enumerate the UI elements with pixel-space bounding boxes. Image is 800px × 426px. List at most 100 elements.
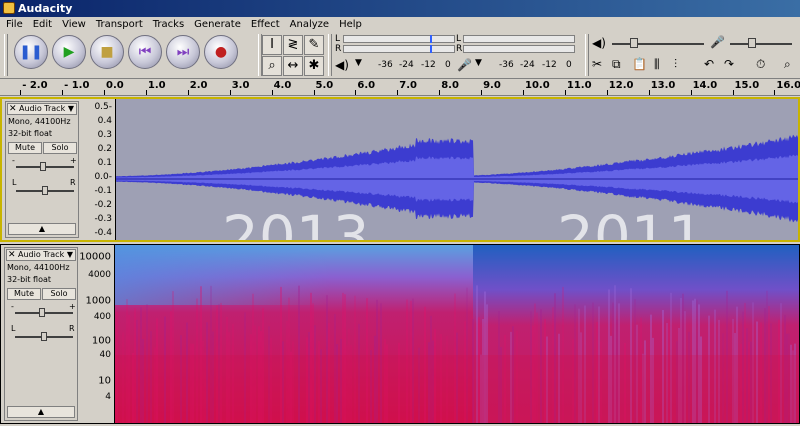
toolbar-grip[interactable] — [585, 34, 589, 76]
zoom-in-icon[interactable]: ⌕ — [784, 57, 791, 72]
ruler-tick-label: 9.0 — [483, 80, 501, 91]
track-name-menu[interactable]: ✕ Audio Track ▼ — [7, 103, 77, 115]
gain-slider[interactable] — [15, 312, 73, 314]
pan-slider[interactable] — [16, 190, 74, 192]
spectrogram-area[interactable] — [115, 245, 799, 423]
silence-icon[interactable]: ⫶ — [674, 57, 677, 72]
menu-file[interactable]: File — [0, 17, 27, 32]
mute-button[interactable]: Mute — [8, 142, 42, 154]
redo-icon[interactable]: ↷ — [724, 57, 734, 71]
frequency-scale-label: 40 — [100, 350, 111, 360]
ruler-tick-label: - 2.0 — [22, 80, 47, 91]
ruler-tick-label: 3.0 — [232, 80, 250, 91]
copy-icon[interactable]: ⧉ — [612, 57, 621, 72]
meter-right-label: R — [456, 44, 462, 54]
trim-icon[interactable]: ⫼ — [654, 57, 660, 72]
menu-effect[interactable]: Effect — [245, 17, 284, 32]
audio-track-waveform[interactable]: ✕ Audio Track ▼ Mono, 44100Hz 32-bit flo… — [0, 97, 800, 242]
menu-view[interactable]: View — [56, 17, 90, 32]
microphone-icon[interactable]: 🎤 — [457, 58, 472, 72]
spectrogram-highfreq-wash — [115, 245, 473, 305]
playback-meter-dropdown-icon[interactable]: ▼ — [355, 58, 362, 68]
menu-transport[interactable]: Transport — [90, 17, 147, 32]
input-volume-slider[interactable] — [730, 43, 792, 45]
ruler-tick-mark — [397, 90, 398, 95]
ruler-tick-mark — [607, 90, 608, 95]
timeline-ruler[interactable]: - 2.0 - 1.0 0.0 1.0 2.0 3.0 4.0 5.0 6.0 7.0 8.0 9.0… — [0, 78, 800, 96]
collapse-track-button[interactable]: ▲ — [8, 223, 76, 235]
ruler-tick-label: 11.0 — [567, 80, 592, 91]
envelope-tool-icon[interactable]: ≷ — [283, 35, 303, 55]
timeshift-tool-icon[interactable]: ↔ — [283, 56, 303, 76]
ruler-tick-mark — [20, 90, 21, 95]
playback-meter-left[interactable] — [343, 35, 455, 43]
playback-meter-right[interactable] — [343, 45, 455, 53]
pause-button[interactable]: ❚❚ — [14, 35, 48, 69]
ruler-tick-mark — [439, 90, 440, 95]
menu-edit[interactable]: Edit — [27, 17, 56, 32]
meter-scale-label: -24 — [399, 60, 414, 70]
meter-scale-label: -36 — [378, 60, 393, 70]
paste-icon[interactable]: 📋 — [632, 57, 647, 71]
ruler-tick-label: 13.0 — [651, 80, 676, 91]
play-button[interactable]: ▶ — [52, 35, 86, 69]
menu-bar: File Edit View Transport Tracks Generate Effec… — [0, 17, 800, 32]
waveform-area[interactable]: 2013 2011 — [116, 99, 798, 240]
toolbar-grip[interactable] — [4, 34, 8, 76]
meter-scale-label: -12 — [421, 60, 436, 70]
multi-tool-icon[interactable]: ✱ — [304, 56, 324, 76]
audio-track-spectrogram[interactable]: ✕ Audio Track ▼ Mono, 44100Hz 32-bit flo… — [0, 244, 800, 424]
toolbar-grip[interactable] — [328, 34, 332, 76]
close-track-icon[interactable]: ✕ — [9, 104, 17, 114]
record-meter-left[interactable] — [463, 35, 575, 43]
frequency-scale-label: 100 — [92, 336, 111, 347]
ruler-tick-label: 7.0 — [399, 80, 417, 91]
record-icon: ● — [205, 36, 237, 68]
skip-start-button[interactable]: ⏮ — [128, 35, 162, 69]
collapse-track-button[interactable]: ▲ — [7, 406, 75, 418]
stop-button[interactable]: ■ — [90, 35, 124, 69]
track-name-menu[interactable]: ✕ Audio Track ▼ — [6, 249, 76, 261]
speaker-icon[interactable]: ◀) — [335, 58, 349, 72]
amplitude-scale-label: -0.1 — [94, 186, 112, 196]
menu-analyze[interactable]: Analyze — [284, 17, 333, 32]
draw-tool-icon[interactable]: ✎ — [304, 35, 324, 55]
ruler-tick-mark — [188, 90, 189, 95]
amplitude-scale-label: 0.1 — [98, 158, 112, 168]
frequency-scale-label: 10000 — [79, 252, 111, 263]
output-volume-slider[interactable] — [612, 43, 704, 45]
ruler-tick-label: 16.0 — [776, 80, 800, 91]
ruler-tick-mark — [481, 90, 482, 95]
ruler-tick-label: 1.0 — [148, 80, 166, 91]
spectrogram[interactable] — [115, 245, 799, 423]
menu-generate[interactable]: Generate — [188, 17, 245, 32]
amplitude-scale-label: -0.3 — [94, 214, 112, 224]
skip-end-icon: ⏭ — [167, 36, 199, 68]
undo-icon[interactable]: ↶ — [704, 57, 714, 71]
zoom-tool-icon[interactable]: ⌕ — [262, 56, 282, 76]
solo-button[interactable]: Solo — [43, 142, 77, 154]
amplitude-scale-label: -0.4 — [94, 228, 112, 238]
stop-icon: ■ — [91, 36, 123, 68]
cut-icon[interactable]: ✂ — [592, 57, 602, 71]
selection-tool-icon[interactable]: I — [262, 35, 282, 55]
amplitude-scale-label: 0.3 — [98, 130, 112, 140]
gain-slider[interactable] — [16, 166, 74, 168]
record-button[interactable]: ● — [204, 35, 238, 69]
mute-button[interactable]: Mute — [7, 288, 41, 300]
record-meter-dropdown-icon[interactable]: ▼ — [475, 58, 482, 68]
spectrogram-lowfreq-band — [115, 355, 799, 423]
solo-button[interactable]: Solo — [42, 288, 76, 300]
gain-minus-label: - — [11, 302, 14, 311]
record-meter-right[interactable] — [463, 45, 575, 53]
close-track-icon[interactable]: ✕ — [8, 250, 16, 260]
menu-help[interactable]: Help — [333, 17, 366, 32]
frequency-ruler: 10000 4000 1000 400 100 40 10 4 — [81, 245, 115, 423]
pan-slider[interactable] — [15, 336, 73, 338]
ruler-tick-label: - 1.0 — [64, 80, 89, 91]
track-control-panel: ✕ Audio Track ▼ Mono, 44100Hz 32-bit flo… — [5, 101, 79, 238]
sync-lock-icon[interactable]: ⏱ — [756, 57, 765, 72]
skip-end-button[interactable]: ⏭ — [166, 35, 200, 69]
track-format: Mono, 44100Hz — [7, 263, 70, 272]
menu-tracks[interactable]: Tracks — [147, 17, 188, 32]
